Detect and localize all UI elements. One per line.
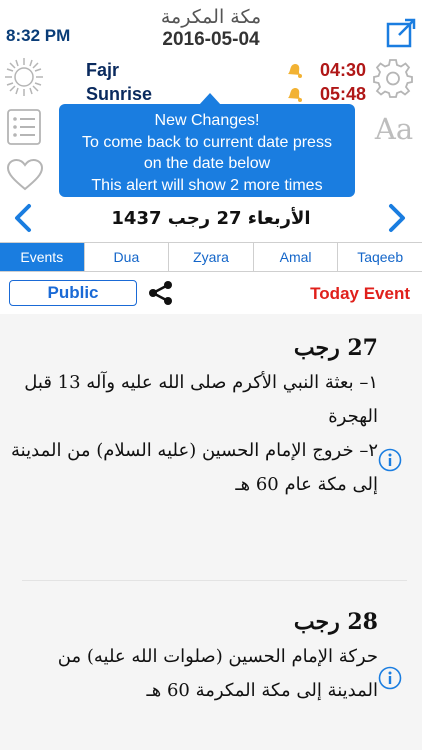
prayer-row-fajr: Fajr 04:30 [86, 59, 366, 81]
divider [22, 580, 407, 581]
tab-events[interactable]: Events [0, 243, 85, 271]
prayer-name: Sunrise [86, 83, 153, 104]
prayer-name: Fajr [86, 59, 120, 80]
list-icon[interactable] [6, 108, 42, 146]
external-link-icon[interactable] [386, 18, 418, 48]
gear-icon[interactable] [373, 58, 413, 98]
clock: 8:32 PM [6, 26, 71, 45]
alert-line: New Changes! [154, 112, 260, 129]
public-button[interactable]: Public [9, 280, 137, 306]
event-date: 27 رجب [293, 335, 378, 361]
chevron-left-icon[interactable] [12, 203, 34, 233]
event-body: 28 رجب حركة الإمام الحسين (صلوات الله عل… [8, 604, 378, 708]
header: مكة المكرمة 2016-05-04 8:32 PM Aa Fajr 0… [0, 0, 422, 240]
alert-line: This alert will show 2 more times [91, 176, 323, 194]
alert-line: on the date below [143, 155, 271, 172]
tab-amal[interactable]: Amal [254, 243, 339, 271]
alert-line: To come back to current date press [82, 133, 332, 151]
share-icon[interactable] [147, 280, 175, 306]
tab-dua[interactable]: Dua [85, 243, 170, 271]
heart-icon[interactable] [6, 158, 44, 192]
bell-icon[interactable] [285, 85, 303, 103]
hijri-date[interactable]: الأربعاء 27 رجب 1437 [60, 208, 362, 229]
prayer-row-sunrise: Sunrise 05:48 [86, 83, 366, 105]
event-date: 28 رجب [293, 609, 378, 635]
event-line: ١– بعثة النبي الأكرم صلى الله عليه وآله … [24, 372, 378, 427]
prayer-time: 05:48 [319, 83, 366, 104]
events-list: 27 رجب ١– بعثة النبي الأكرم صلى الله علي… [0, 314, 422, 750]
tab-taqeeb[interactable]: Taqeeb [338, 243, 422, 271]
info-icon[interactable] [378, 448, 402, 472]
event-line: حركة الإمام الحسين (صلوات الله عليه) من … [57, 646, 378, 701]
alert-arrow [199, 93, 221, 105]
event-line: ٢– خروج الإمام الحسين (عليه السلام) من ا… [11, 440, 378, 495]
info-icon[interactable] [378, 666, 402, 690]
sun-icon[interactable] [4, 57, 44, 97]
bell-icon[interactable] [285, 61, 303, 79]
tab-bar: Events Dua Zyara Amal Taqeeb [0, 242, 422, 272]
alert-tooltip[interactable]: New Changes! To come back to current dat… [59, 93, 355, 197]
tab-zyara[interactable]: Zyara [169, 243, 254, 271]
prayer-time: 04:30 [319, 59, 366, 80]
today-event-label[interactable]: Today Event [310, 284, 410, 304]
chevron-right-icon[interactable] [386, 203, 408, 233]
event-body: 27 رجب ١– بعثة النبي الأكرم صلى الله علي… [8, 330, 378, 502]
font-size-button[interactable]: Aa [372, 112, 416, 146]
city-name: مكة المكرمة [160, 6, 262, 28]
